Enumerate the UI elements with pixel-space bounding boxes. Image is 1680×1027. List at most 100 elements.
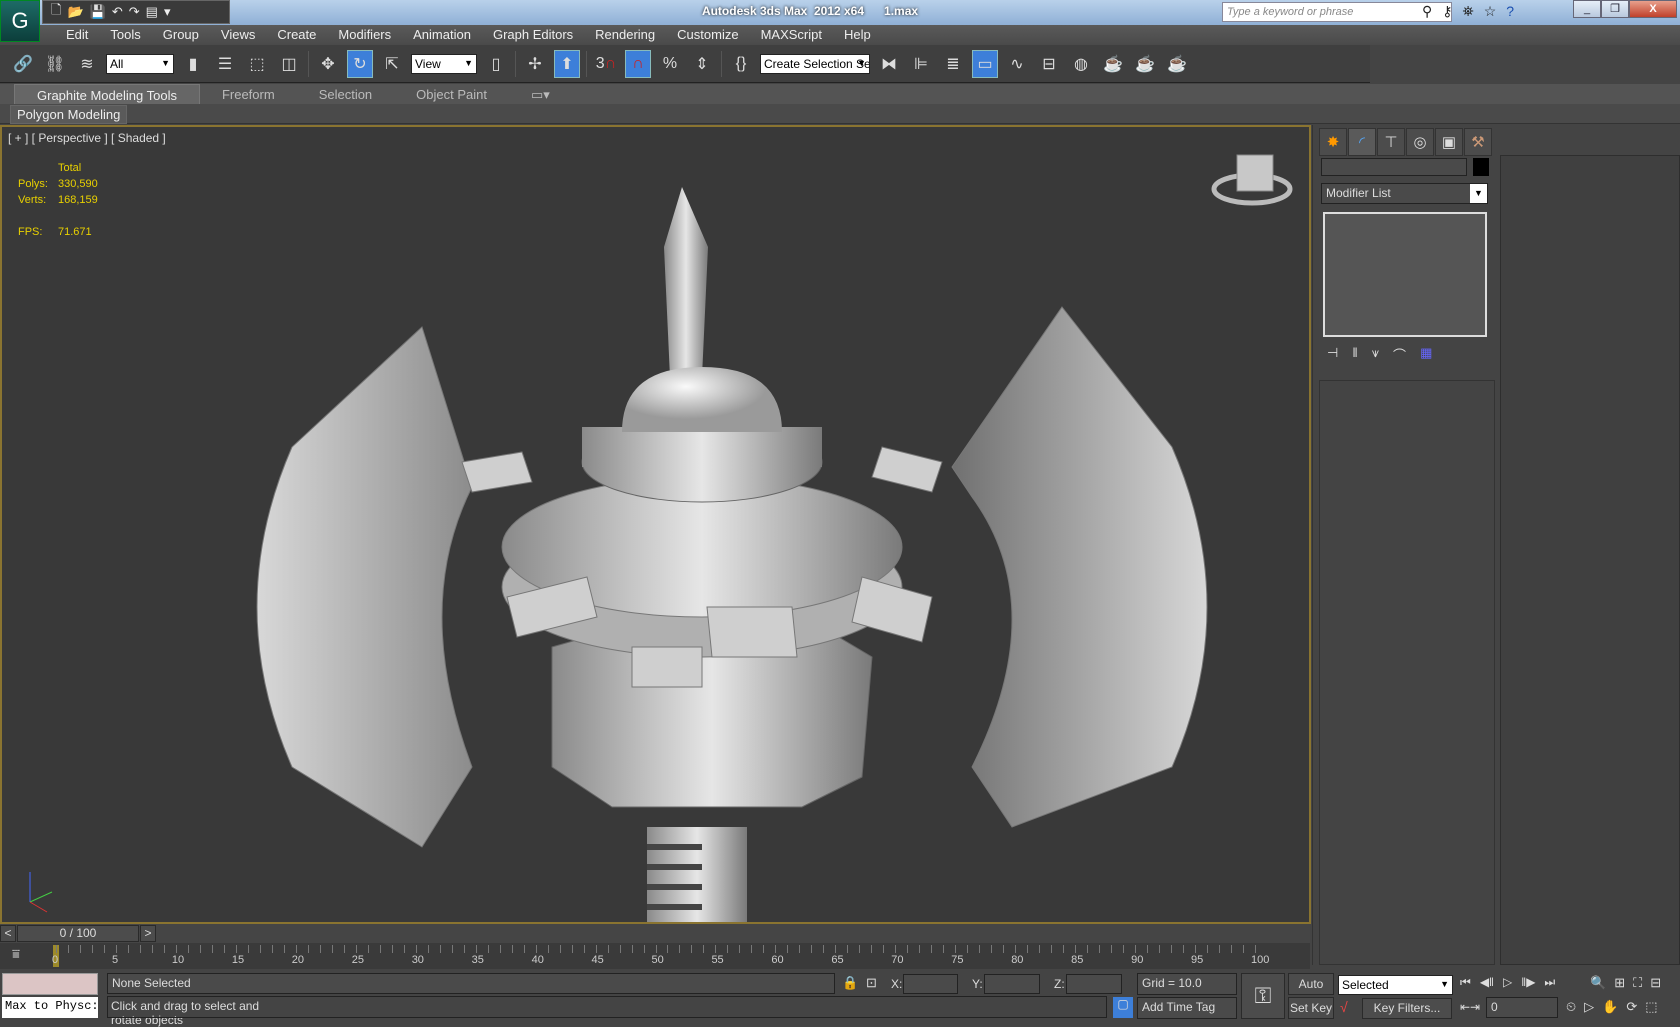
perspective-viewport[interactable]: [ + ] [ Perspective ] [ Shaded ] Total P… <box>0 125 1311 924</box>
key-icon[interactable]: ⚷ <box>1442 3 1452 20</box>
previous-frame-icon[interactable]: ◀‖ <box>1480 975 1494 990</box>
modify-icon[interactable]: ◜ <box>1348 128 1376 156</box>
orbit-icon[interactable]: ⟳ <box>1626 999 1637 1015</box>
undo-icon[interactable]: ↶ <box>112 4 123 20</box>
edit-named-selection-icon[interactable]: {} <box>728 50 754 78</box>
menu-graph-editors[interactable]: Graph Editors <box>482 25 584 45</box>
graphite-toggle-icon[interactable]: ▭ <box>972 49 998 78</box>
search-input[interactable]: Type a keyword or phrase <box>1222 2 1452 22</box>
zoom-extents-all-icon[interactable]: ⊟ <box>1650 975 1661 991</box>
pan-icon[interactable]: ✋ <box>1602 999 1618 1015</box>
y-coordinate-field[interactable] <box>984 974 1040 994</box>
new-file-icon[interactable]: 🗋 <box>51 1 61 23</box>
snap-toggle-icon[interactable]: 3 ∩ <box>593 50 619 78</box>
bind-space-warp-icon[interactable]: ≋ <box>74 50 100 78</box>
ribbon-options-icon[interactable]: ▭▾ <box>509 84 572 104</box>
hierarchy-icon[interactable]: ⊤ <box>1377 128 1405 156</box>
add-time-tag-button[interactable]: Add Time Tag <box>1137 997 1237 1019</box>
viewcube-icon[interactable] <box>1211 154 1293 206</box>
satellite-icon[interactable]: ⛯ <box>1463 3 1474 20</box>
maxscript-mini-listener[interactable]: Max to Physc: <box>2 997 98 1018</box>
menu-help[interactable]: Help <box>833 25 882 45</box>
close-button[interactable]: X <box>1629 0 1677 18</box>
pin-stack-icon[interactable]: ⊣ <box>1327 345 1338 364</box>
remove-modifier-icon[interactable]: ⌒ <box>1393 345 1406 364</box>
keyboard-shortcut-override-icon[interactable]: ⬆ <box>554 49 580 78</box>
key-tangent-icon[interactable]: √ <box>1340 999 1348 1015</box>
rotate-icon[interactable]: ↻ <box>347 49 373 78</box>
time-tag-icon[interactable]: ▢ <box>1113 997 1133 1018</box>
z-coordinate-field[interactable] <box>1066 974 1122 994</box>
tab-graphite-modeling-tools[interactable]: Graphite Modeling Tools <box>14 84 200 104</box>
make-unique-icon[interactable]: ⩛ <box>1372 345 1379 364</box>
motion-icon[interactable]: ◎ <box>1406 128 1434 156</box>
x-coordinate-field[interactable] <box>903 974 958 994</box>
create-icon[interactable]: ✸ <box>1319 128 1347 156</box>
set-key-big-button[interactable]: ⚿ <box>1241 973 1285 1019</box>
time-slider[interactable]: < 0 / 100 > <box>0 924 1310 943</box>
go-to-start-icon[interactable]: ⏮ <box>1460 975 1471 990</box>
qat-dropdown-icon[interactable]: ▾ <box>164 4 171 20</box>
select-object-icon[interactable]: ▮ <box>180 50 206 78</box>
tab-selection[interactable]: Selection <box>297 84 394 104</box>
menu-create[interactable]: Create <box>266 25 327 45</box>
zoom-extents-icon[interactable]: ⛶ <box>1633 975 1642 991</box>
save-icon[interactable]: 💾 <box>90 4 106 20</box>
3d-model-axe[interactable] <box>2 127 1309 922</box>
unlink-icon[interactable]: ⛓ <box>42 50 68 78</box>
maxscript-listener-output[interactable] <box>2 973 98 995</box>
application-menu-button[interactable]: G <box>0 0 40 42</box>
minimize-button[interactable]: _ <box>1573 0 1601 18</box>
absolute-mode-icon[interactable]: ⊡ <box>866 975 877 991</box>
menu-animation[interactable]: Animation <box>402 25 482 45</box>
layer-manager-icon[interactable]: ≣ <box>940 50 966 78</box>
show-end-result-icon[interactable]: ‖ <box>1352 345 1357 364</box>
play-icon[interactable]: ▷ <box>1503 975 1512 990</box>
curve-editor-icon[interactable]: ∿ <box>1004 50 1030 78</box>
rectangular-selection-icon[interactable]: ⬚ <box>244 50 270 78</box>
star-icon[interactable]: ☆ <box>1484 3 1497 20</box>
project-folder-icon[interactable]: ▤ <box>146 4 158 20</box>
manipulate-icon[interactable]: ✢ <box>522 50 548 78</box>
menu-modifiers[interactable]: Modifiers <box>327 25 402 45</box>
time-configuration-icon[interactable]: ⏲ <box>1566 999 1576 1015</box>
angle-snap-icon[interactable]: ∩ <box>625 49 651 78</box>
restore-button[interactable]: ❐ <box>1601 0 1629 18</box>
open-file-icon[interactable]: 📂 <box>67 4 83 20</box>
time-slider-thumb[interactable]: 0 / 100 <box>17 925 139 942</box>
auto-key-button[interactable]: Auto Key <box>1288 973 1334 1011</box>
menu-customize[interactable]: Customize <box>666 25 749 45</box>
key-mode-dropdown[interactable]: Selected <box>1338 975 1453 995</box>
select-by-name-icon[interactable]: ☰ <box>212 50 238 78</box>
move-icon[interactable]: ✥ <box>315 50 341 78</box>
maximize-viewport-icon[interactable]: ⬚ <box>1645 999 1657 1015</box>
menu-edit[interactable]: Edit <box>55 25 99 45</box>
menu-views[interactable]: Views <box>210 25 266 45</box>
help-icon[interactable]: ? <box>1506 3 1514 20</box>
render-production-icon[interactable]: ☕ <box>1164 50 1190 78</box>
percent-snap-icon[interactable]: % <box>657 50 683 78</box>
tab-object-paint[interactable]: Object Paint <box>394 84 509 104</box>
redo-icon[interactable]: ↷ <box>129 4 140 20</box>
schematic-view-icon[interactable]: ⊟ <box>1036 50 1062 78</box>
configure-modifier-sets-icon[interactable]: ▦ <box>1420 345 1432 364</box>
field-of-view-icon[interactable]: ▷ <box>1584 999 1594 1015</box>
zoom-all-icon[interactable]: ⊞ <box>1614 975 1625 991</box>
align-icon[interactable]: ⊫ <box>908 50 934 78</box>
polygon-modeling-panel[interactable]: Polygon Modeling <box>10 105 128 124</box>
binoculars-icon[interactable]: ⚲ <box>1422 3 1432 20</box>
named-selection-dropdown[interactable]: Create Selection Se <box>760 53 870 74</box>
key-mode-toggle-icon[interactable]: ⇤⇥ <box>1460 1000 1480 1014</box>
prev-frame-button[interactable]: < <box>0 925 16 942</box>
track-bar[interactable]: ⩸ 0 5 10 15 20 25 30 35 40 45 50 55 60 65 70 75 80 85 90 95… <box>0 943 1310 969</box>
set-key-button[interactable]: Set Key <box>1288 997 1334 1019</box>
next-frame-button[interactable]: > <box>140 925 156 942</box>
object-name-field[interactable] <box>1321 158 1467 176</box>
utilities-icon[interactable]: ⚒ <box>1464 128 1492 156</box>
menu-tools[interactable]: Tools <box>99 25 151 45</box>
material-editor-icon[interactable]: ◍ <box>1068 50 1094 78</box>
lock-icon[interactable]: 🔒 <box>842 975 858 991</box>
menu-group[interactable]: Group <box>152 25 210 45</box>
reference-coordinate-dropdown[interactable]: View <box>411 53 477 74</box>
modifier-list-dropdown[interactable]: Modifier List ▼ <box>1321 183 1488 204</box>
